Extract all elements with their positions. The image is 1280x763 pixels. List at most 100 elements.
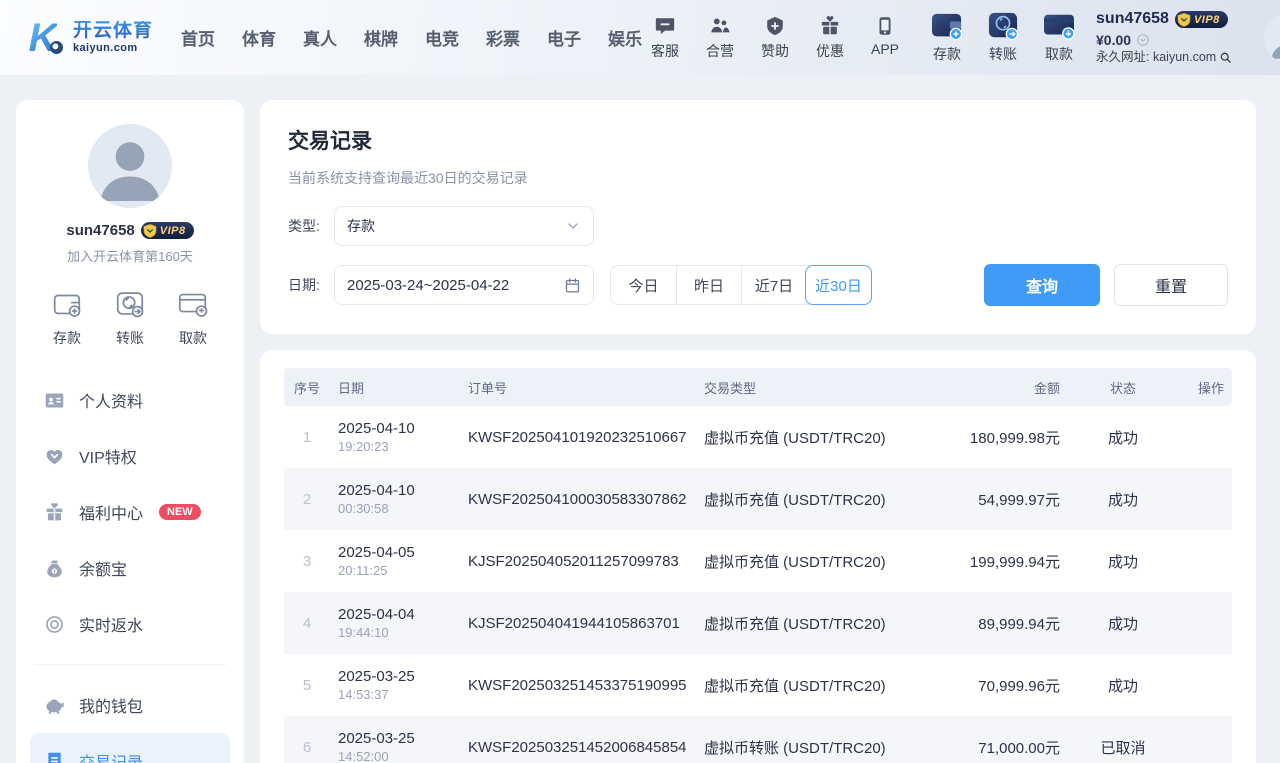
chat-icon	[654, 15, 676, 37]
soccer-ball-icon	[50, 41, 63, 54]
row-date: 2025-03-25 14:53:37	[330, 668, 460, 702]
gift-icon	[819, 15, 841, 37]
sidebar-item-rebate[interactable]: 实时返水	[30, 596, 230, 652]
table-header: 序号日期订单号交易类型金额状态操作	[284, 368, 1232, 406]
top-header: K 开云体育 kaiyun.com 首页 体育 真人 棋牌 电竞 彩票 电子 娱乐 客服 合营…	[0, 0, 1280, 75]
column-header-5: 状态	[1068, 378, 1178, 397]
row-order-no: KJSF202504052011257099783	[460, 553, 696, 570]
sidebar-item-welfare[interactable]: 福利中心 NEW	[30, 484, 230, 540]
deposit-icon	[50, 287, 84, 321]
quick-action-withdraw[interactable]: 取款	[176, 287, 210, 348]
balance-amount: ¥0.00	[1096, 31, 1131, 49]
range-button-2[interactable]: 近7日	[741, 266, 806, 304]
row-order-no: KWSF202503251452006845854	[460, 739, 696, 756]
sidebar: sun47658 VIP8 加入开云体育第160天 存款 转账 取款 个人资料 …	[16, 100, 244, 763]
wallet-action-deposit[interactable]: 存款	[924, 11, 970, 64]
range-button-3[interactable]: 近30日	[805, 265, 872, 305]
target-icon	[44, 614, 65, 635]
row-order-no: KWSF202504101920232510667	[460, 429, 696, 446]
brand-name: 开云体育	[73, 21, 153, 42]
new-badge: NEW	[159, 504, 201, 520]
calendar-icon	[564, 277, 581, 294]
quick-action-deposit[interactable]: 存款	[50, 287, 84, 348]
phone-icon	[874, 15, 896, 37]
row-date: 2025-04-04 19:44:10	[330, 606, 460, 640]
idcard-icon	[44, 390, 65, 411]
header-util-promo[interactable]: 优惠	[807, 15, 853, 61]
brand-logo[interactable]: K 开云体育 kaiyun.com	[20, 15, 153, 61]
chevron-down-icon	[565, 218, 581, 234]
receipt-icon	[44, 751, 65, 763]
row-amount: 54,999.97元	[918, 489, 1068, 510]
row-date: 2025-04-10 00:30:58	[330, 482, 460, 516]
row-transaction-type: 虚拟币充值 (USDT/TRC20)	[696, 551, 918, 572]
wallet-action-withdraw[interactable]: 取款	[1036, 11, 1082, 64]
reset-button[interactable]: 重置	[1114, 264, 1228, 306]
nav-item-6[interactable]: 电子	[547, 25, 581, 50]
sidebar-username: sun47658	[66, 222, 134, 239]
nav-item-1[interactable]: 体育	[242, 25, 276, 50]
filter-card: 交易记录 当前系统支持查询最近30日的交易记录 类型: 存款 日期: 2025-…	[260, 100, 1256, 334]
sidebar-item-vip[interactable]: VIP特权	[30, 428, 230, 484]
table-row: 4 2025-04-04 19:44:10 KJSF20250404194410…	[284, 592, 1232, 654]
column-header-1: 日期	[330, 378, 460, 397]
nav-item-0[interactable]: 首页	[181, 25, 215, 50]
quick-range-group: 今日昨日近7日近30日	[610, 265, 872, 305]
row-date: 2025-04-05 20:11:25	[330, 544, 460, 578]
type-filter-label: 类型:	[288, 216, 334, 236]
vip-badge: VIP8	[1175, 11, 1228, 28]
header-util-service[interactable]: 客服	[642, 15, 688, 61]
date-range-input[interactable]: 2025-03-24~2025-04-22	[334, 265, 594, 305]
page-subtitle: 当前系统支持查询最近30日的交易记录	[288, 168, 1228, 188]
sidebar-item-yuebao[interactable]: 余额宝	[30, 540, 230, 596]
search-icon[interactable]	[1219, 51, 1232, 64]
user-info: sun47658 VIP8 ¥0.00 永久网址: kaiyun.com	[1096, 9, 1254, 65]
wallet-action-transfer[interactable]: 转账	[980, 11, 1026, 64]
sidebar-item-transactions[interactable]: 交易记录	[30, 733, 230, 763]
divider	[34, 664, 226, 665]
sidebar-item-profile[interactable]: 个人资料	[30, 372, 230, 428]
row-index: 5	[284, 677, 330, 694]
header-util-sponsor[interactable]: 赞助	[752, 15, 798, 61]
sidebar-wallet-menu: 我的钱包 交易记录	[30, 677, 230, 763]
sidebar-item-wallet[interactable]: 我的钱包	[30, 677, 230, 733]
row-amount: 70,999.96元	[918, 675, 1068, 696]
row-transaction-type: 虚拟币转账 (USDT/TRC20)	[696, 737, 918, 758]
join-days-text: 加入开云体育第160天	[30, 246, 230, 265]
row-status: 成功	[1068, 613, 1178, 634]
header-util-partnership[interactable]: 合营	[697, 15, 743, 61]
row-transaction-type: 虚拟币充值 (USDT/TRC20)	[696, 427, 918, 448]
search-button[interactable]: 查询	[984, 264, 1100, 306]
nav-item-4[interactable]: 电竞	[425, 25, 459, 50]
badge-icon	[764, 15, 786, 37]
row-order-no: KWSF202504100030583307862	[460, 491, 696, 508]
transfer-icon	[985, 11, 1021, 41]
table-row: 2 2025-04-10 00:30:58 KWSF20250410003058…	[284, 468, 1232, 530]
row-status: 已取消	[1068, 737, 1178, 758]
row-index: 1	[284, 429, 330, 446]
vip-badge: VIP8	[141, 222, 194, 239]
row-index: 3	[284, 553, 330, 570]
nav-item-5[interactable]: 彩票	[486, 25, 520, 50]
range-button-0[interactable]: 今日	[611, 266, 676, 304]
type-select[interactable]: 存款	[334, 206, 594, 246]
avatar	[88, 124, 172, 208]
header-util-app[interactable]: APP	[862, 15, 908, 61]
row-status: 成功	[1068, 551, 1178, 572]
row-order-no: KWSF202503251453375190995	[460, 677, 696, 694]
people-icon	[709, 15, 731, 37]
brand-logo-icon: K	[20, 15, 66, 61]
nav-item-2[interactable]: 真人	[303, 25, 337, 50]
username: sun47658	[1096, 9, 1169, 30]
quick-action-transfer[interactable]: 转账	[113, 287, 147, 348]
nav-item-3[interactable]: 棋牌	[364, 25, 398, 50]
column-header-4: 金额	[918, 378, 1068, 397]
withdraw-icon	[1041, 11, 1077, 41]
row-index: 4	[284, 615, 330, 632]
vip-shield-icon	[142, 223, 158, 239]
main-nav: 首页 体育 真人 棋牌 电竞 彩票 电子 娱乐	[181, 25, 642, 50]
balance-dropdown-icon[interactable]	[1136, 33, 1150, 47]
nav-item-7[interactable]: 娱乐	[608, 25, 642, 50]
avatar[interactable]	[1264, 13, 1280, 63]
range-button-1[interactable]: 昨日	[676, 266, 741, 304]
